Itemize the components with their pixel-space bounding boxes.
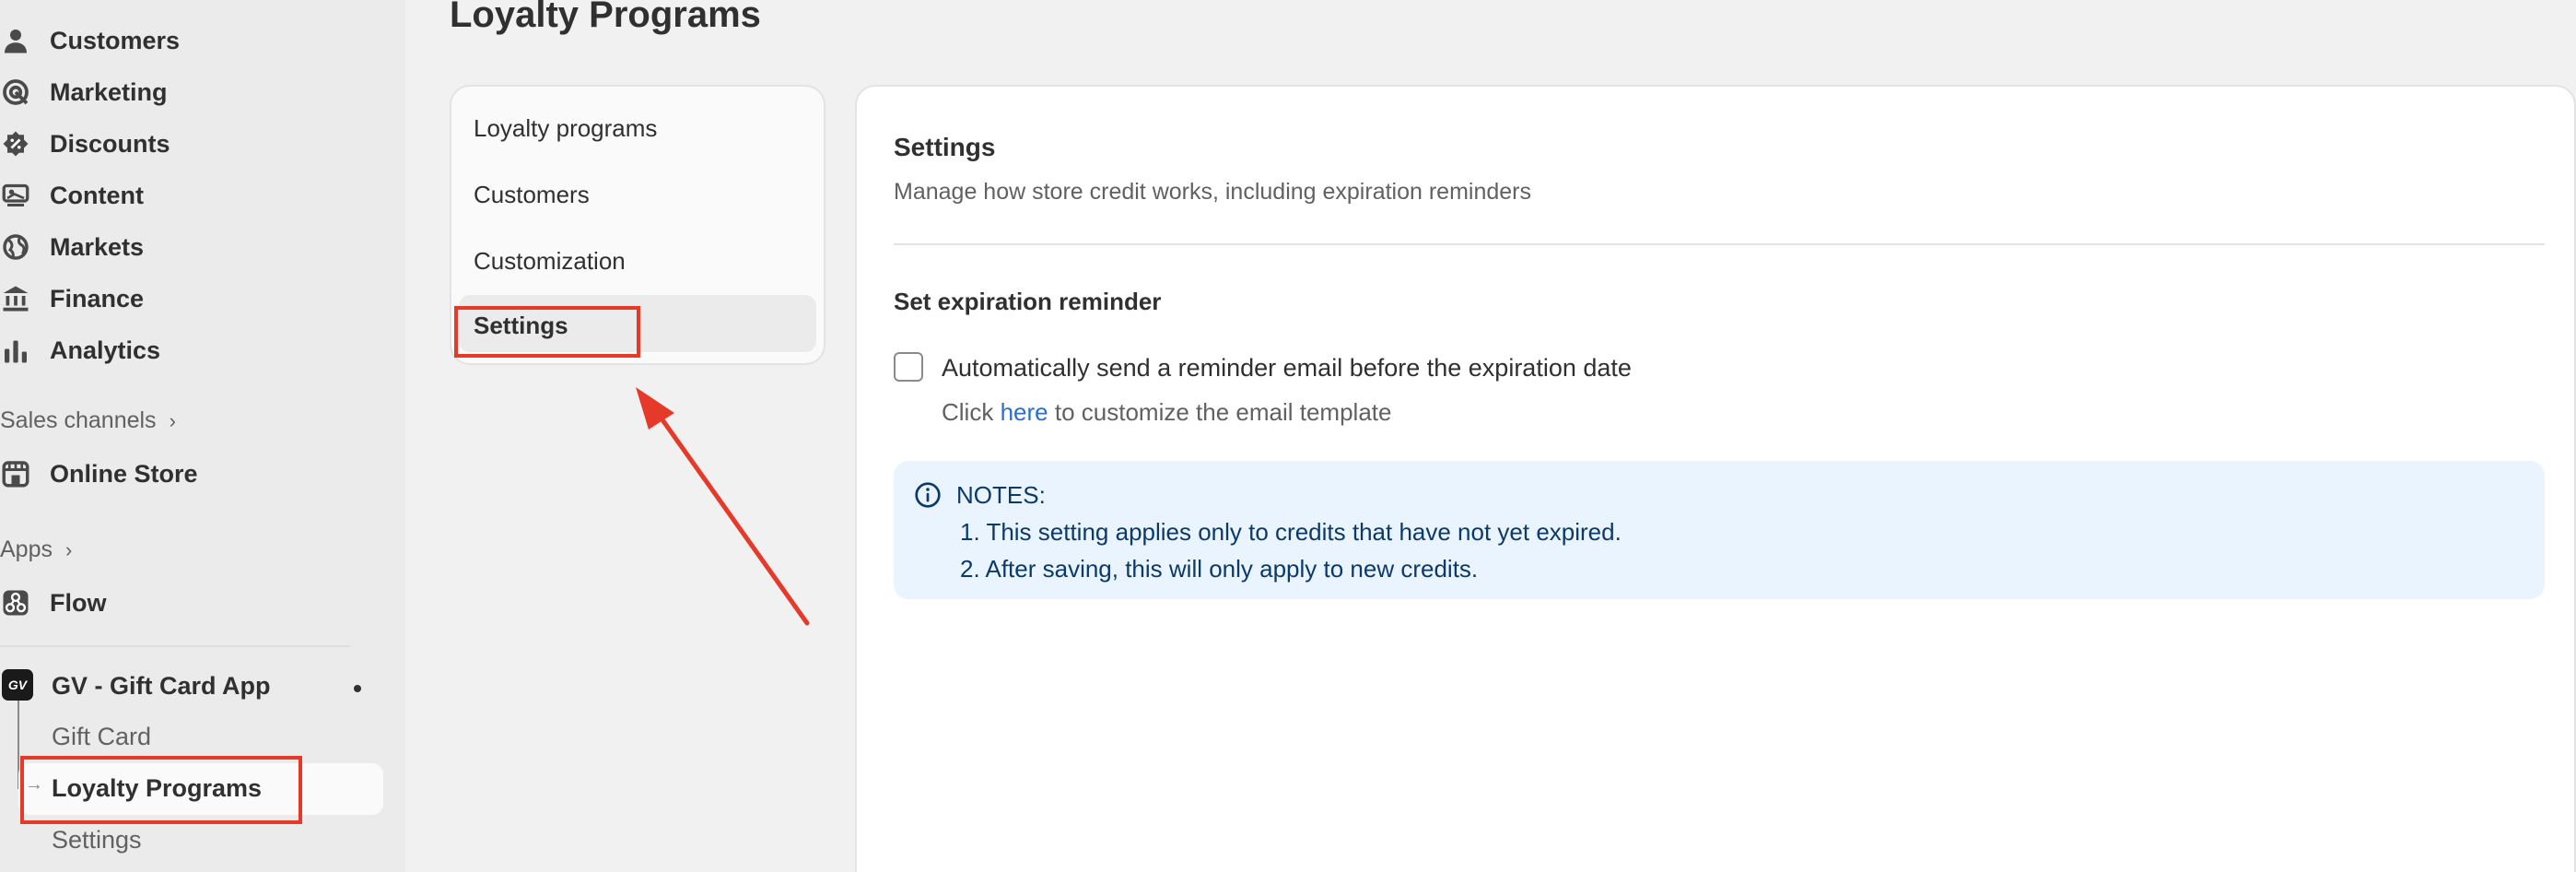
sidebar-item-flow[interactable]: Flow	[0, 581, 107, 625]
flow-icon	[0, 587, 31, 619]
tab-customers[interactable]: Customers	[474, 181, 590, 209]
sidebar-item-analytics[interactable]: Analytics	[0, 328, 160, 372]
sidebar-item-label: Flow	[50, 588, 107, 617]
sidebar-subitem-settings[interactable]: Settings	[52, 826, 142, 854]
sidebar-item-finance[interactable]: Finance	[0, 277, 144, 321]
chevron-right-icon: ›	[64, 537, 73, 561]
reminder-checkbox[interactable]	[894, 352, 923, 382]
sidebar-item-label: Discounts	[50, 129, 170, 158]
section-divider	[894, 243, 2545, 245]
reminder-section-title: Set expiration reminder	[894, 288, 1162, 315]
page-title: Loyalty Programs	[450, 0, 761, 35]
gv-app-logo-icon: GV	[2, 669, 33, 701]
store-icon	[0, 458, 31, 489]
sidebar-item-gv-app[interactable]: GV - Gift Card App	[52, 664, 271, 708]
highlight-box	[454, 306, 640, 358]
annotation-arrow	[636, 387, 810, 626]
content-icon	[0, 180, 31, 211]
highlight-box	[20, 756, 302, 824]
sidebar-item-online-store[interactable]: Online Store	[0, 452, 198, 496]
target-icon	[0, 77, 31, 108]
apps-header[interactable]: Apps ›	[0, 536, 72, 563]
sidebar-item-discounts[interactable]: Discounts	[0, 122, 170, 166]
notes-item: 2. After saving, this will only apply to…	[960, 555, 1479, 583]
settings-tab-menu: Loyalty programs Customers Customization…	[450, 85, 825, 365]
sales-channels-header[interactable]: Sales channels ›	[0, 407, 176, 434]
tab-loyalty-programs[interactable]: Loyalty programs	[474, 114, 657, 143]
sidebar: Customers Marketing Discounts Content Ma…	[0, 0, 405, 872]
email-template-hint: Click here to customize the email templa…	[942, 398, 1391, 427]
sidebar-item-content[interactable]: Content	[0, 173, 144, 218]
sidebar-item-markets[interactable]: Markets	[0, 225, 144, 269]
chevron-right-icon: ›	[169, 408, 176, 432]
tab-customization[interactable]: Customization	[474, 247, 626, 276]
notes-banner: NOTES: 1. This setting applies only to c…	[894, 461, 2545, 599]
sidebar-divider	[0, 645, 350, 647]
settings-card: Settings Manage how store credit works, …	[855, 85, 2576, 872]
apps-label: Apps	[0, 536, 53, 562]
bank-icon	[0, 283, 31, 314]
bar-chart-icon	[0, 335, 31, 366]
person-icon	[0, 25, 31, 56]
settings-title: Settings	[894, 133, 996, 161]
sidebar-item-label: GV - Gift Card App	[52, 671, 271, 700]
customize-template-link[interactable]: here	[1001, 398, 1048, 426]
globe-icon	[0, 231, 31, 263]
sidebar-subitem-gift-card[interactable]: Gift Card	[52, 723, 151, 751]
info-icon	[915, 482, 941, 508]
unread-dot-icon	[354, 685, 361, 692]
settings-subtitle: Manage how store credit works, including…	[894, 179, 1531, 205]
sidebar-item-label: Finance	[50, 284, 145, 312]
sidebar-item-label: Marketing	[50, 77, 168, 106]
discount-icon	[0, 128, 31, 159]
sidebar-item-customers[interactable]: Customers	[0, 18, 180, 63]
notes-item: 1. This setting applies only to credits …	[960, 518, 1622, 546]
sidebar-item-label: Customers	[50, 26, 181, 54]
sidebar-item-label: Online Store	[50, 459, 198, 488]
sidebar-item-label: Markets	[50, 232, 145, 261]
reminder-checkbox-label[interactable]: Automatically send a reminder email befo…	[942, 354, 1632, 383]
hint-suffix: to customize the email template	[1054, 398, 1392, 426]
sidebar-item-marketing[interactable]: Marketing	[0, 70, 168, 114]
notes-heading: NOTES:	[956, 481, 1046, 509]
hint-prefix: Click	[942, 398, 994, 426]
sidebar-item-label: Content	[50, 181, 144, 209]
sales-channels-label: Sales channels	[0, 407, 157, 433]
sidebar-item-label: Analytics	[50, 336, 161, 364]
